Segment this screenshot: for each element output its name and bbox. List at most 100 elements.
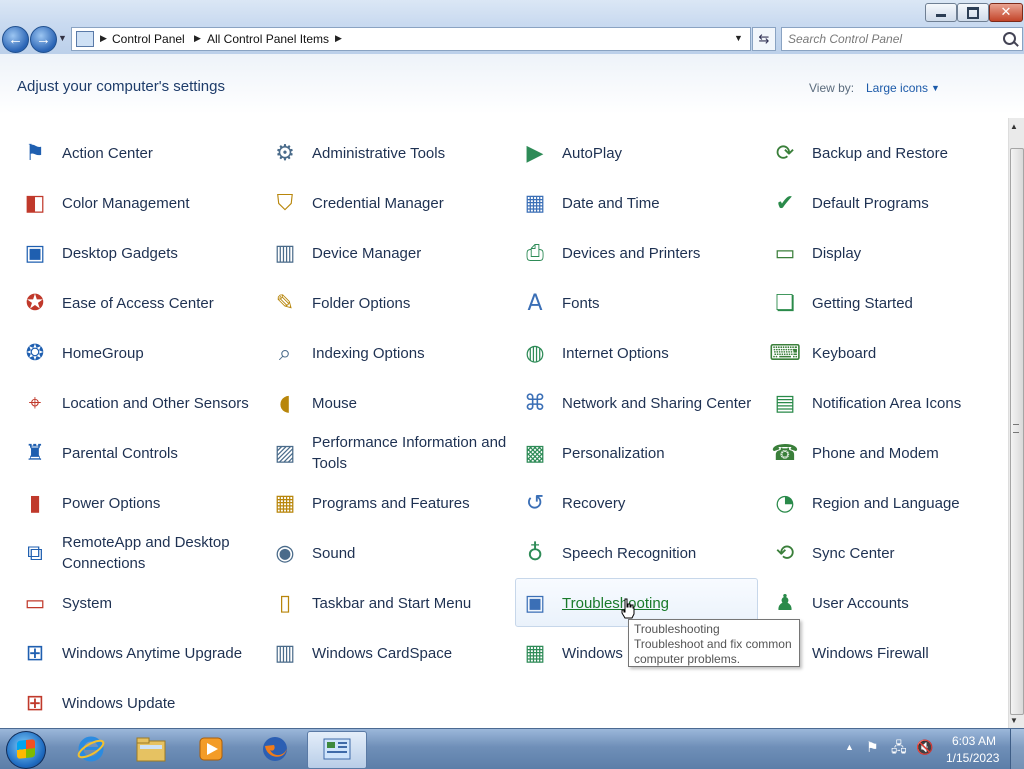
control-panel-item[interactable]: ▯ Taskbar and Start Menu bbox=[266, 579, 508, 627]
item-label[interactable]: Parental Controls bbox=[62, 429, 258, 477]
address-bar[interactable]: ▶ Control Panel ▶ All Control Panel Item… bbox=[71, 27, 751, 51]
item-label[interactable]: AutoPlay bbox=[562, 129, 758, 177]
maximize-button[interactable] bbox=[957, 3, 989, 22]
item-label[interactable]: Folder Options bbox=[312, 279, 508, 327]
control-panel-item[interactable]: ⌘ Network and Sharing Center bbox=[516, 379, 758, 427]
item-label[interactable]: Fonts bbox=[562, 279, 758, 327]
taskbar-firefox[interactable] bbox=[246, 731, 304, 767]
network-icon[interactable]: 🖧 bbox=[891, 740, 907, 756]
item-label[interactable]: Mouse bbox=[312, 379, 508, 427]
item-label[interactable]: RemoteApp and Desktop Connections bbox=[62, 529, 258, 577]
search-icon[interactable] bbox=[1003, 32, 1016, 45]
item-label[interactable]: Windows Update bbox=[62, 679, 258, 727]
address-dropdown-icon[interactable]: ▼ bbox=[734, 33, 743, 43]
control-panel-item[interactable]: ◖ Mouse bbox=[266, 379, 508, 427]
taskbar-windows-explorer[interactable] bbox=[122, 731, 180, 767]
item-label[interactable]: Indexing Options bbox=[312, 329, 508, 377]
control-panel-item[interactable]: ⌖ Location and Other Sensors bbox=[16, 379, 258, 427]
control-panel-item[interactable]: ◍ Internet Options bbox=[516, 329, 758, 377]
item-label[interactable]: Network and Sharing Center bbox=[562, 379, 758, 427]
view-by-dropdown[interactable]: Large icons bbox=[866, 81, 928, 95]
item-label[interactable]: Taskbar and Start Menu bbox=[312, 579, 508, 627]
control-panel-item[interactable]: ▩ Personalization bbox=[516, 429, 758, 477]
control-panel-item[interactable]: ⚑ Action Center bbox=[16, 129, 258, 177]
control-panel-item[interactable]: ⌨ Keyboard bbox=[766, 329, 1008, 377]
item-label[interactable]: Keyboard bbox=[812, 329, 1008, 377]
control-panel-item[interactable]: ▥ Windows CardSpace bbox=[266, 629, 508, 677]
show-desktop-button[interactable] bbox=[1010, 729, 1024, 769]
breadcrumb-all-items[interactable]: All Control Panel Items bbox=[207, 32, 329, 46]
control-panel-item[interactable]: ▥ Device Manager bbox=[266, 229, 508, 277]
item-label[interactable]: Getting Started bbox=[812, 279, 1008, 327]
item-label[interactable]: Windows Firewall bbox=[812, 629, 1008, 677]
volume-muted-icon[interactable]: 🔇 bbox=[916, 740, 933, 756]
item-label[interactable]: Speech Recognition bbox=[562, 529, 758, 577]
control-panel-item[interactable]: ⎙ Devices and Printers bbox=[516, 229, 758, 277]
item-label[interactable]: Date and Time bbox=[562, 179, 758, 227]
control-panel-item[interactable]: ▤ Notification Area Icons bbox=[766, 379, 1008, 427]
item-label[interactable]: Power Options bbox=[62, 479, 258, 527]
control-panel-item[interactable]: ☎ Phone and Modem bbox=[766, 429, 1008, 477]
control-panel-item[interactable]: ⚙ Administrative Tools bbox=[266, 129, 508, 177]
item-label[interactable]: Region and Language bbox=[812, 479, 1008, 527]
control-panel-item[interactable]: ⊞ Windows Anytime Upgrade bbox=[16, 629, 258, 677]
chevron-down-icon[interactable]: ▼ bbox=[931, 83, 940, 93]
item-label[interactable]: Internet Options bbox=[562, 329, 758, 377]
control-panel-item[interactable]: ⛉ Credential Manager bbox=[266, 179, 508, 227]
scroll-up-icon[interactable]: ▲ bbox=[1010, 122, 1018, 131]
item-label[interactable]: Phone and Modem bbox=[812, 429, 1008, 477]
control-panel-item[interactable]: ▣ Desktop Gadgets bbox=[16, 229, 258, 277]
breadcrumb-separator-icon[interactable]: ▶ bbox=[100, 33, 107, 44]
control-panel-item[interactable]: ◍Windows Firewall bbox=[766, 629, 1008, 677]
item-label[interactable]: Windows Anytime Upgrade bbox=[62, 629, 258, 677]
item-label[interactable]: Credential Manager bbox=[312, 179, 508, 227]
scroll-down-icon[interactable]: ▼ bbox=[1010, 716, 1018, 725]
control-panel-item[interactable]: ❂ HomeGroup bbox=[16, 329, 258, 377]
control-panel-item[interactable]: ⧉ RemoteApp and Desktop Connections bbox=[16, 529, 258, 577]
back-button[interactable]: ← bbox=[2, 26, 29, 53]
item-label[interactable]: Action Center bbox=[62, 129, 258, 177]
search-box[interactable] bbox=[781, 27, 1023, 51]
breadcrumb-separator-icon[interactable]: ▶ bbox=[194, 33, 201, 44]
recent-pages-dropdown[interactable]: ▼ bbox=[58, 33, 67, 43]
clock-date[interactable]: 1/15/2023 bbox=[946, 751, 999, 765]
item-label[interactable]: Performance Information and Tools bbox=[312, 429, 508, 477]
control-panel-item[interactable]: ▦ Date and Time bbox=[516, 179, 758, 227]
control-panel-item[interactable]: ♁ Speech Recognition bbox=[516, 529, 758, 577]
control-panel-item[interactable]: ✪ Ease of Access Center bbox=[16, 279, 258, 327]
show-hidden-icons-button[interactable]: ▲ bbox=[845, 742, 854, 752]
control-panel-item[interactable]: ⟲ Sync Center bbox=[766, 529, 1008, 577]
item-label[interactable]: Device Manager bbox=[312, 229, 508, 277]
control-panel-item[interactable]: ◧ Color Management bbox=[16, 179, 258, 227]
item-label[interactable]: Sound bbox=[312, 529, 508, 577]
item-label[interactable]: Devices and Printers bbox=[562, 229, 758, 277]
item-label[interactable]: Sync Center bbox=[812, 529, 1008, 577]
item-label[interactable]: Desktop Gadgets bbox=[62, 229, 258, 277]
clock-time[interactable]: 6:03 AM bbox=[952, 734, 996, 748]
breadcrumb-control-panel[interactable]: Control Panel bbox=[112, 32, 185, 46]
control-panel-item[interactable]: ♟ User Accounts bbox=[766, 579, 1008, 627]
minimize-button[interactable] bbox=[925, 3, 957, 22]
control-panel-item[interactable]: ▨ Performance Information and Tools bbox=[266, 429, 508, 477]
control-panel-item[interactable]: ▶ AutoPlay bbox=[516, 129, 758, 177]
control-panel-item[interactable]: ✔ Default Programs bbox=[766, 179, 1008, 227]
control-panel-item[interactable]: ⟳ Backup and Restore bbox=[766, 129, 1008, 177]
item-label[interactable]: Windows CardSpace bbox=[312, 629, 508, 677]
forward-button[interactable]: → bbox=[30, 26, 57, 53]
refresh-button[interactable]: ⇆ bbox=[752, 27, 776, 51]
control-panel-item[interactable]: ▭ Display bbox=[766, 229, 1008, 277]
taskbar-control-panel[interactable] bbox=[307, 731, 367, 769]
item-label[interactable]: Administrative Tools bbox=[312, 129, 508, 177]
item-label[interactable]: Location and Other Sensors bbox=[62, 379, 258, 427]
breadcrumb-separator-icon[interactable]: ▶ bbox=[335, 33, 342, 44]
item-label[interactable]: Display bbox=[812, 229, 1008, 277]
item-label[interactable]: Backup and Restore bbox=[812, 129, 1008, 177]
item-label[interactable]: Color Management bbox=[62, 179, 258, 227]
taskbar-internet-explorer[interactable] bbox=[62, 731, 120, 767]
control-panel-item[interactable]: ⌕ Indexing Options bbox=[266, 329, 508, 377]
item-label[interactable]: Default Programs bbox=[812, 179, 1008, 227]
item-label[interactable]: Programs and Features bbox=[312, 479, 508, 527]
control-panel-item[interactable]: ▭ System bbox=[16, 579, 258, 627]
start-button[interactable] bbox=[6, 731, 46, 769]
control-panel-item[interactable]: ↺ Recovery bbox=[516, 479, 758, 527]
